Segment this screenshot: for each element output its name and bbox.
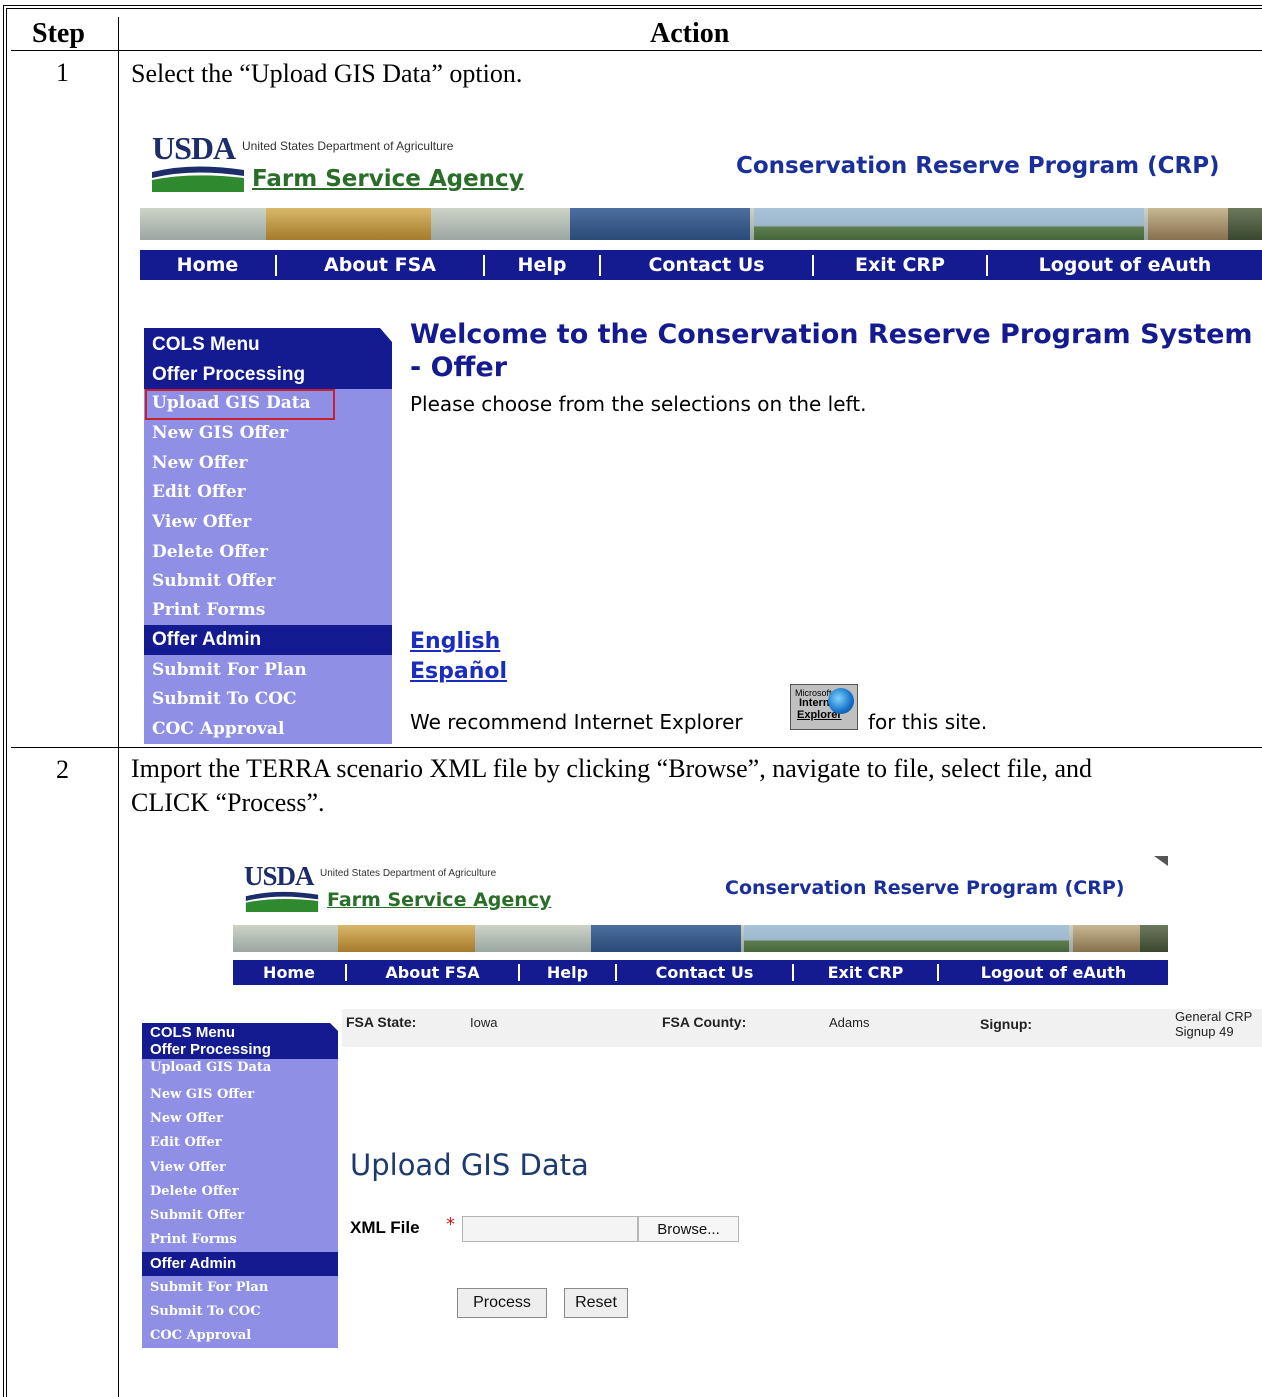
menu-section-offer-processing: Offer Processing bbox=[144, 360, 392, 389]
menu-item-view-offer[interactable]: View Offer bbox=[142, 1155, 338, 1180]
menu-item-coc-approval[interactable]: COC Approval bbox=[144, 714, 392, 744]
menu-section-offer-admin: Offer Admin bbox=[144, 625, 392, 655]
agency-name[interactable]: Farm Service Agency bbox=[252, 166, 524, 192]
xml-file-label: XML File bbox=[350, 1218, 420, 1237]
browser-recommendation: We recommend Internet Explorer bbox=[410, 710, 743, 734]
menu-item-delete-offer[interactable]: Delete Offer bbox=[142, 1180, 338, 1204]
screenshot-upload-page: USDA United States Department of Agricul… bbox=[132, 856, 1262, 1376]
step-number: 2 bbox=[56, 755, 69, 784]
header-banner-image bbox=[140, 208, 1262, 240]
menu-item-print-forms[interactable]: Print Forms bbox=[142, 1228, 338, 1252]
usda-logo: USDA bbox=[152, 130, 236, 166]
welcome-heading: Welcome to the Conservation Reserve Prog… bbox=[410, 319, 1253, 350]
step-instruction: Select the “Upload GIS Data” option. bbox=[131, 59, 523, 88]
menu-item-coc-approval[interactable]: COC Approval bbox=[142, 1324, 338, 1348]
highlight-box bbox=[145, 389, 335, 420]
ie-globe-icon bbox=[828, 688, 854, 714]
menu-title: COLS Menu bbox=[152, 334, 260, 355]
program-title: Conservation Reserve Program (CRP) bbox=[725, 877, 1125, 899]
menu-title: COLS Menu bbox=[150, 1024, 235, 1041]
menu-item-submit-offer[interactable]: Submit Offer bbox=[144, 567, 392, 596]
department-name: United States Department of Agriculture bbox=[320, 868, 497, 879]
step-instruction: Import the TERRA scenario XML file by cl… bbox=[131, 754, 1092, 817]
page-title: Upload GIS Data bbox=[350, 1148, 589, 1182]
required-marker: * bbox=[446, 1214, 455, 1235]
usda-logo: USDA bbox=[244, 861, 315, 891]
signup-label: Signup: bbox=[980, 1016, 1033, 1032]
menu-item-edit-offer[interactable]: Edit Offer bbox=[144, 478, 392, 507]
browser-recommendation-suffix: for this site. bbox=[868, 710, 988, 734]
column-divider bbox=[118, 17, 119, 1397]
fsa-logo-icon bbox=[152, 166, 244, 192]
menu-item-submit-offer[interactable]: Submit Offer bbox=[142, 1204, 338, 1228]
menu-section-offer-admin: Offer Admin bbox=[142, 1252, 338, 1276]
nav-about-fsa[interactable]: About FSA bbox=[277, 254, 485, 276]
fsa-state-label: FSA State: bbox=[346, 1014, 417, 1030]
menu-item-upload-gis-data[interactable]: Upload GIS Data bbox=[142, 1059, 338, 1083]
process-button[interactable]: Process bbox=[457, 1288, 547, 1318]
corner-arrow-icon bbox=[1154, 856, 1168, 866]
fsa-county-label: FSA County: bbox=[662, 1014, 747, 1030]
step-number: 1 bbox=[56, 58, 69, 87]
fsa-county-value: Adams bbox=[829, 1015, 870, 1030]
menu-item-new-offer[interactable]: New Offer bbox=[142, 1107, 338, 1131]
menu-item-new-gis-offer[interactable]: New GIS Offer bbox=[144, 418, 392, 448]
menu-item-print-forms[interactable]: Print Forms bbox=[144, 596, 392, 625]
menu-item-submit-for-plan[interactable]: Submit For Plan bbox=[142, 1276, 338, 1300]
nav-contact-us[interactable]: Contact Us bbox=[617, 963, 794, 982]
menu-item-submit-to-coc[interactable]: Submit To COC bbox=[142, 1300, 338, 1324]
nav-exit-crp[interactable]: Exit CRP bbox=[814, 254, 988, 276]
nav-logout[interactable]: Logout of eAuth bbox=[939, 963, 1168, 982]
nav-logout[interactable]: Logout of eAuth bbox=[988, 254, 1262, 276]
nav-help[interactable]: Help bbox=[520, 963, 617, 982]
offer-context-bar: FSA State: Iowa FSA County: Adams Signup… bbox=[342, 1009, 1262, 1047]
internet-explorer-logo: Microsoft Internet Explorer bbox=[790, 684, 858, 730]
header-banner-image bbox=[233, 925, 1168, 952]
header-divider bbox=[11, 50, 1262, 51]
menu-section-offer-processing: Offer Processing bbox=[142, 1040, 338, 1059]
reset-button[interactable]: Reset bbox=[564, 1288, 628, 1318]
screenshot-welcome-page: USDA United States Department of Agricul… bbox=[120, 110, 1262, 746]
welcome-subtitle: Please choose from the selections on the… bbox=[410, 392, 867, 416]
menu-item-submit-to-coc[interactable]: Submit To COC bbox=[144, 685, 392, 714]
nav-about-fsa[interactable]: About FSA bbox=[347, 963, 520, 982]
menu-item-delete-offer[interactable]: Delete Offer bbox=[144, 537, 392, 567]
menu-item-view-offer[interactable]: View Offer bbox=[144, 507, 392, 537]
agency-name[interactable]: Farm Service Agency bbox=[327, 889, 551, 911]
nav-home[interactable]: Home bbox=[233, 963, 347, 982]
nav-contact-us[interactable]: Contact Us bbox=[601, 254, 814, 276]
top-nav-bar: Home About FSA Help Contact Us Exit CRP … bbox=[233, 960, 1168, 985]
nav-home[interactable]: Home bbox=[140, 254, 277, 276]
language-english-link[interactable]: English bbox=[410, 629, 500, 654]
xml-file-input[interactable] bbox=[462, 1216, 638, 1242]
fsa-logo-icon bbox=[245, 891, 319, 912]
top-nav-bar: Home About FSA Help Contact Us Exit CRP … bbox=[140, 250, 1262, 280]
cols-menu: COLS Menu Offer Processing Upload GIS Da… bbox=[142, 1023, 338, 1356]
nav-help[interactable]: Help bbox=[485, 254, 601, 276]
menu-item-new-gis-offer[interactable]: New GIS Offer bbox=[142, 1083, 338, 1107]
welcome-heading-suffix: - Offer bbox=[410, 352, 508, 383]
signup-value: General CRP bbox=[1175, 1009, 1253, 1024]
menu-item-submit-for-plan[interactable]: Submit For Plan bbox=[144, 655, 392, 685]
menu-item-edit-offer[interactable]: Edit Offer bbox=[142, 1131, 338, 1155]
menu-item-new-offer[interactable]: New Offer bbox=[144, 448, 392, 478]
action-header: Action bbox=[650, 18, 730, 49]
step-header: Step bbox=[32, 18, 85, 49]
signup-value: Signup 49 bbox=[1175, 1024, 1234, 1039]
nav-exit-crp[interactable]: Exit CRP bbox=[794, 963, 939, 982]
row-divider bbox=[11, 747, 1262, 748]
fsa-state-value: Iowa bbox=[470, 1015, 498, 1030]
program-title: Conservation Reserve Program (CRP) bbox=[736, 153, 1220, 179]
department-name: United States Department of Agriculture bbox=[242, 139, 454, 153]
language-spanish-link[interactable]: Español bbox=[410, 659, 507, 684]
browse-button[interactable]: Browse... bbox=[638, 1216, 739, 1242]
